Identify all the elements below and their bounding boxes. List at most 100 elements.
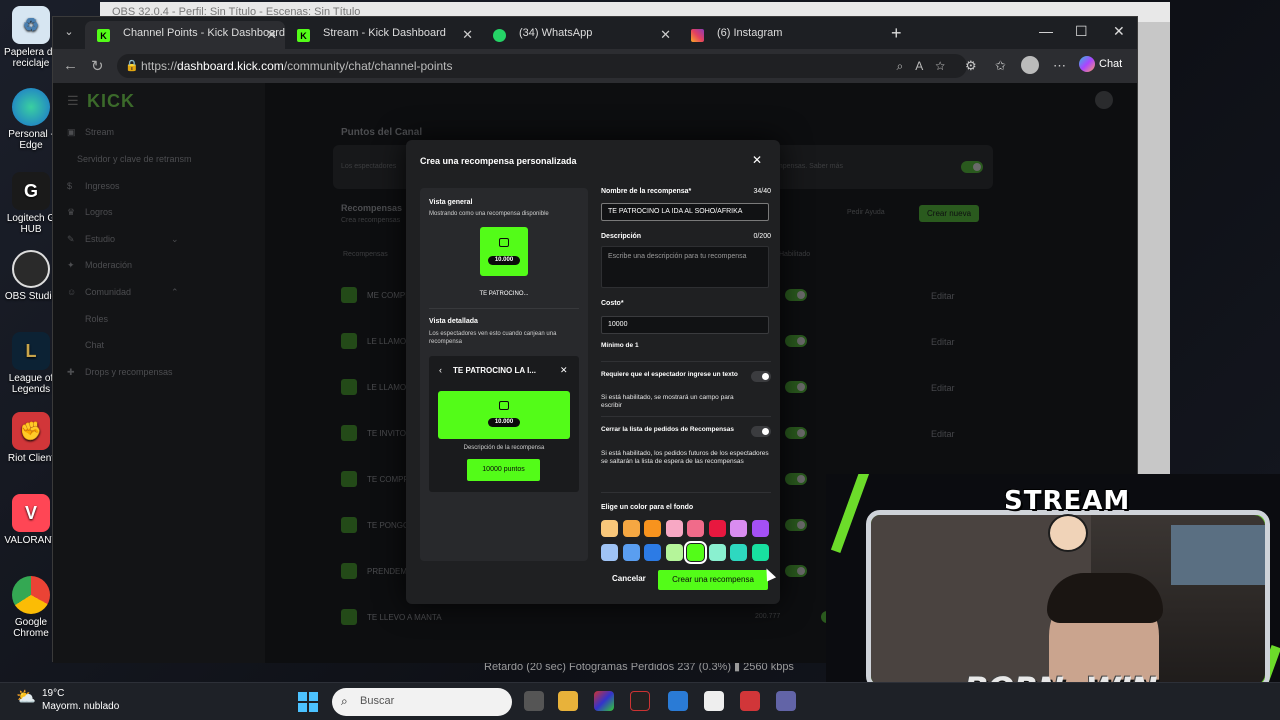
hamburger-icon[interactable]: ☰ (67, 93, 79, 109)
color-swatch[interactable] (730, 520, 747, 537)
reward-icon (341, 333, 357, 349)
tab-close-icon[interactable]: ✕ (462, 27, 473, 43)
sidebar-item-stream[interactable]: ▣ Stream (67, 127, 114, 138)
mascot-icon (1048, 514, 1088, 552)
profile-avatar[interactable] (1021, 56, 1039, 74)
detail-preview-box: ‹ TE PATROCINO LA I... ✕ 10.000 Descripc… (429, 356, 579, 492)
sidebar-item-logros[interactable]: ♛ Logros (67, 207, 113, 218)
color-swatch[interactable] (751, 544, 769, 561)
reward-toggle[interactable] (785, 427, 807, 439)
color-swatch[interactable] (601, 520, 618, 537)
tab-close-icon[interactable]: ✕ (660, 27, 671, 43)
skip-queue-toggle[interactable] (751, 426, 771, 437)
cancel-button[interactable]: Cancelar (612, 574, 646, 583)
name-char-count: 34/40 (753, 188, 771, 195)
color-swatch[interactable] (730, 544, 747, 561)
reward-edit-link[interactable]: Editar (931, 337, 955, 347)
color-swatch[interactable] (665, 544, 683, 561)
color-swatch[interactable] (622, 520, 640, 537)
new-tab-icon[interactable]: + (891, 23, 902, 44)
copilot-app-icon[interactable] (594, 691, 614, 711)
close-icon[interactable]: ✕ (752, 153, 762, 167)
store-icon[interactable] (704, 691, 724, 711)
davinci-icon[interactable] (630, 691, 650, 711)
reward-edit-link[interactable]: Editar (931, 383, 955, 393)
riot-app-icon[interactable] (740, 691, 760, 711)
channel-points-toggle[interactable] (961, 161, 983, 173)
user-avatar[interactable] (1095, 91, 1113, 109)
description-textarea[interactable]: Escribe una descripción para tu recompen… (601, 246, 769, 288)
sidebar-item-server-key[interactable]: Servidor y clave de retransm (77, 154, 192, 164)
tab-strip: ⌄ K Channel Points - Kick Dashboard ✕ K … (53, 17, 1137, 49)
weather-widget[interactable]: ⛅ 19°C Mayorm. nublado (16, 687, 119, 713)
color-swatch[interactable] (644, 544, 661, 561)
weather-desc: Mayorm. nublado (42, 701, 120, 712)
back-icon[interactable]: ← (63, 57, 78, 74)
tab-close-icon[interactable]: ✕ (266, 27, 277, 43)
sidebar-item-comunidad[interactable]: ☺ Comunidad ⌃ (67, 287, 179, 297)
tab-channel-points[interactable]: K Channel Points - Kick Dashboard ✕ (85, 21, 285, 49)
color-swatch[interactable] (708, 520, 726, 537)
edge-app-icon[interactable] (668, 691, 688, 711)
favorite-star-icon[interactable]: ☆ (935, 59, 957, 73)
league-icon: L (12, 332, 50, 370)
reward-name-input[interactable]: TE PATROCINO LA IDA AL SOHO/AFRIKA (601, 203, 769, 221)
cost-input[interactable]: 10000 (601, 316, 769, 334)
reward-toggle[interactable] (785, 381, 807, 393)
teams-icon[interactable] (776, 691, 796, 711)
color-swatch[interactable] (684, 541, 707, 564)
taskbar-search[interactable]: ⌕ Buscar (332, 688, 512, 716)
color-swatch[interactable] (622, 544, 640, 561)
reward-toggle[interactable] (785, 565, 807, 577)
help-button[interactable]: Pedir Ayuda (847, 209, 885, 216)
color-swatch[interactable] (601, 544, 618, 561)
reward-toggle[interactable] (785, 473, 807, 485)
url-field[interactable]: 🔒 https://dashboard.kick.com/community/c… (117, 54, 967, 78)
zoom-icon[interactable]: ⌕ (896, 59, 915, 73)
tab-whatsapp[interactable]: (34) WhatsApp ✕ (481, 21, 679, 49)
maximize-icon[interactable]: ☐ (1075, 23, 1088, 40)
reload-icon[interactable]: ↻ (91, 57, 104, 75)
read-aloud-icon[interactable]: A (915, 59, 935, 73)
reward-edit-link[interactable]: Editar (931, 291, 955, 301)
tab-instagram[interactable]: (6) Instagram (679, 21, 879, 49)
color-swatch[interactable] (687, 520, 704, 537)
reward-toggle[interactable] (785, 335, 807, 347)
tab-actions-icon[interactable]: ⌄ (59, 25, 79, 43)
color-swatch[interactable] (751, 520, 769, 537)
description-label: Descripción (601, 233, 642, 240)
sidebar-item-estudio[interactable]: ✎ Estudio ⌄ (67, 234, 179, 245)
desktop-icon-label: Google Chrome (13, 617, 49, 639)
sidebar-item-drops[interactable]: ✚ Drops y recompensas (67, 367, 173, 378)
sidebar-item-moderacion[interactable]: ✦ Moderación (67, 260, 132, 271)
minimize-icon[interactable]: — (1039, 23, 1053, 39)
kick-logo[interactable]: KICK (87, 91, 135, 112)
extensions-icon[interactable]: ⚙ (965, 58, 977, 74)
window-close-icon[interactable]: ✕ (1113, 23, 1125, 40)
require-text-toggle[interactable] (751, 371, 771, 382)
sidebar-item-chat[interactable]: Chat (85, 340, 104, 350)
file-explorer-icon[interactable] (558, 691, 578, 711)
more-menu-icon[interactable]: ⋯ (1053, 58, 1066, 74)
windows-start-icon[interactable] (298, 692, 318, 712)
color-swatch[interactable] (665, 520, 683, 537)
copilot-chat-button[interactable]: Chat (1079, 56, 1122, 72)
sidebar-item-roles[interactable]: Roles (85, 314, 108, 324)
tab-label: (34) WhatsApp (519, 27, 593, 39)
reward-toggle[interactable] (785, 519, 807, 531)
create-reward-button[interactable]: Crear una recompensa (658, 570, 768, 590)
reward-toggle[interactable] (785, 289, 807, 301)
brush-icon: ✎ (67, 234, 75, 244)
create-new-reward-button[interactable]: Crear nueva (919, 205, 980, 222)
reward-edit-link[interactable]: Editar (931, 429, 955, 439)
desktop-icon-label: Riot Client (7, 453, 55, 464)
url-prefix: https:// (141, 59, 178, 73)
color-swatch[interactable] (644, 520, 661, 537)
task-view-icon[interactable] (524, 691, 544, 711)
reward-label: LE LLAMO (367, 337, 407, 346)
color-swatch[interactable] (708, 544, 726, 561)
tile-cost-badge: 10.000 (488, 256, 520, 265)
sidebar-item-ingresos[interactable]: $ Ingresos (67, 181, 120, 191)
favorites-icon[interactable]: ✩ (995, 58, 1006, 74)
tab-stream-dashboard[interactable]: K Stream - Kick Dashboard ✕ (285, 21, 481, 49)
